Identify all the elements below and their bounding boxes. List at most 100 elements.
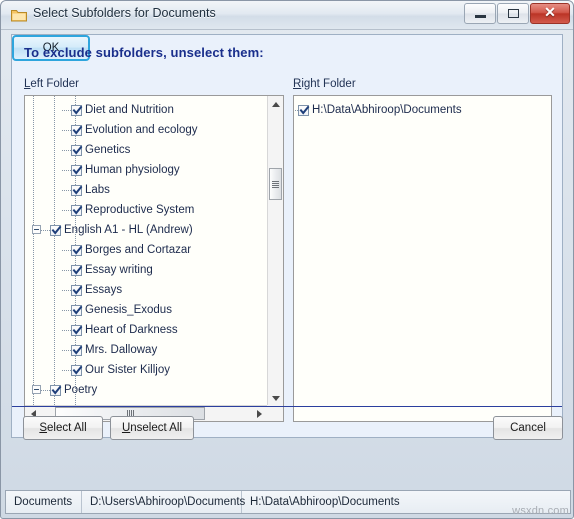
tree-item[interactable]: Genesis_Exodus xyxy=(71,300,172,320)
tree-item-label: Genesis_Exodus xyxy=(85,303,172,316)
minimize-button[interactable] xyxy=(464,3,496,24)
tree-item-checkbox[interactable] xyxy=(298,104,310,116)
tree-item-label: Genetics xyxy=(85,143,131,156)
tree-item[interactable]: Reproductive System xyxy=(71,200,194,220)
tree-guide-line xyxy=(62,310,71,311)
tree-guide-line xyxy=(62,210,71,211)
left-folder-tree[interactable]: Diet and Nutrition Evolution and ecology G… xyxy=(24,95,284,422)
maximize-icon xyxy=(498,4,528,23)
right-tree-canvas: H:\Data\Abhiroop\Documents xyxy=(294,96,551,421)
tree-item[interactable]: Evolution and ecology xyxy=(71,120,198,140)
close-icon: ✕ xyxy=(531,4,569,23)
select-all-button[interactable]: Select All xyxy=(23,416,103,440)
tree-guide-line xyxy=(41,230,50,231)
tree-item-checkbox[interactable] xyxy=(71,324,83,336)
unselect-all-rest: nselect All xyxy=(130,422,183,434)
tree-item-checkbox[interactable] xyxy=(71,184,83,196)
tree-item-checkbox[interactable] xyxy=(71,364,83,376)
tree-guide-line xyxy=(41,390,50,391)
select-all-accel: S xyxy=(39,422,48,434)
right-folder-tree[interactable]: H:\Data\Abhiroop\Documents xyxy=(293,95,552,422)
tree-item-checkbox[interactable] xyxy=(50,384,62,396)
dialog-window: Select Subfolders for Documents ✕ To exc… xyxy=(0,0,574,519)
scroll-right-button[interactable] xyxy=(251,406,267,421)
tree-item-label: Borges and Cortazar xyxy=(85,243,192,256)
tree-item[interactable]: Diet and Nutrition xyxy=(71,100,174,120)
cancel-button-label: Cancel xyxy=(510,422,546,434)
collapse-expander-icon[interactable] xyxy=(32,385,41,394)
tree-item-checkbox[interactable] xyxy=(71,284,83,296)
tree-guide-line xyxy=(62,110,71,111)
tree-guide-line xyxy=(62,350,71,351)
tree-item-label: Human physiology xyxy=(85,163,180,176)
status-cell-folder-name: Documents xyxy=(6,491,82,513)
tree-guide-line xyxy=(62,190,71,191)
tree-item-checkbox[interactable] xyxy=(71,124,83,136)
tree-item-checkbox[interactable] xyxy=(71,244,83,256)
status-bar: Documents D:\Users\Abhiroop\Documents H:… xyxy=(5,490,571,514)
tree-guide-line xyxy=(62,150,71,151)
tree-item-label: Labs xyxy=(85,183,110,196)
grip-icon xyxy=(272,180,279,188)
folder-icon xyxy=(11,8,27,22)
tree-item-checkbox[interactable] xyxy=(50,224,62,236)
unselect-all-button[interactable]: Unselect All xyxy=(110,416,194,440)
tree-item-label: Heart of Darkness xyxy=(85,323,178,336)
section-divider xyxy=(12,406,562,407)
tree-item-checkbox[interactable] xyxy=(71,144,83,156)
title-bar[interactable]: Select Subfolders for Documents ✕ xyxy=(1,1,573,30)
tree-item-checkbox[interactable] xyxy=(71,304,83,316)
left-folder-label: Left Folder xyxy=(24,78,79,90)
tree-item-label: Poetry xyxy=(64,383,98,396)
tree-guide-line xyxy=(62,170,71,171)
tree-item-checkbox[interactable] xyxy=(71,104,83,116)
tree-item-checkbox[interactable] xyxy=(71,204,83,216)
tree-item[interactable]: Essays xyxy=(71,280,122,300)
tree-item-label: Diet and Nutrition xyxy=(85,103,174,116)
vertical-scroll-thumb[interactable] xyxy=(269,168,282,200)
close-button[interactable]: ✕ xyxy=(530,3,570,24)
dialog-client-area: To exclude subfolders, unselect them: Le… xyxy=(11,34,563,440)
tree-item[interactable]: Borges and Cortazar xyxy=(71,240,191,260)
scroll-up-button[interactable] xyxy=(268,96,283,112)
tree-item-label: Reproductive System xyxy=(85,203,195,216)
collapse-expander-icon[interactable] xyxy=(32,225,41,234)
tree-item[interactable]: Genetics xyxy=(71,140,130,160)
tree-item[interactable]: Poetry xyxy=(50,380,97,400)
page-title: To exclude subfolders, unselect them: xyxy=(24,45,264,60)
tree-guide-line xyxy=(62,270,71,271)
chevron-down-icon xyxy=(272,395,280,401)
maximize-button[interactable] xyxy=(497,3,529,24)
tree-item[interactable]: Human physiology xyxy=(71,160,180,180)
tree-guide-line xyxy=(33,96,34,406)
tree-guide-line xyxy=(62,330,71,331)
tree-guide-line xyxy=(62,250,71,251)
tree-item-label: English A1 - HL (Andrew) xyxy=(64,223,193,236)
watermark: wsxdn.com xyxy=(512,505,569,517)
tree-item[interactable]: Mrs. Dalloway xyxy=(71,340,157,360)
tree-guide-line xyxy=(62,130,71,131)
status-cell-right-path: H:\Data\Abhiroop\Documents xyxy=(250,496,400,508)
window-title: Select Subfolders for Documents xyxy=(33,6,216,20)
tree-item[interactable]: English A1 - HL (Andrew) xyxy=(50,220,193,240)
tree-item[interactable]: Our Sister Killjoy xyxy=(71,360,170,380)
select-all-rest: elect All xyxy=(47,422,87,434)
tree-item[interactable]: Essay writing xyxy=(71,260,153,280)
chevron-up-icon xyxy=(272,101,280,107)
tree-item-checkbox[interactable] xyxy=(71,164,83,176)
scroll-down-button[interactable] xyxy=(268,390,283,406)
tree-item[interactable]: Labs xyxy=(71,180,110,200)
left-tree-canvas: Diet and Nutrition Evolution and ecology G… xyxy=(25,96,267,406)
left-folder-label-rest: eft Folder xyxy=(30,78,79,90)
tree-item-label: Mrs. Dalloway xyxy=(85,343,158,356)
left-tree-vertical-scrollbar[interactable] xyxy=(267,96,283,406)
tree-guide-line xyxy=(54,96,55,406)
tree-item-checkbox[interactable] xyxy=(71,344,83,356)
cancel-button[interactable]: Cancel xyxy=(493,416,563,440)
close-glyph: ✕ xyxy=(544,5,556,21)
tree-item[interactable]: H:\Data\Abhiroop\Documents xyxy=(298,100,462,120)
tree-item-checkbox[interactable] xyxy=(71,264,83,276)
tree-item[interactable]: Heart of Darkness xyxy=(71,320,178,340)
scrollbar-corner xyxy=(267,405,283,421)
chevron-right-icon xyxy=(256,410,262,418)
